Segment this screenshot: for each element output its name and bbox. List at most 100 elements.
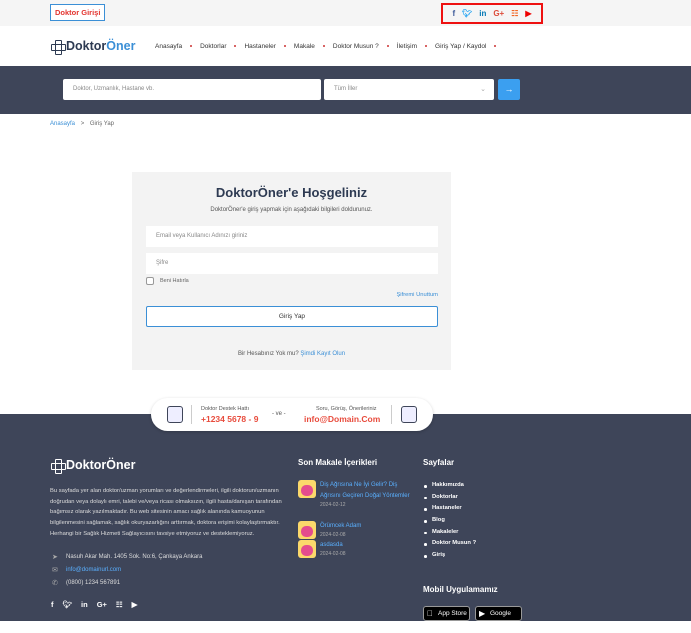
support-phone-label: Doktor Destek Hattı (201, 406, 249, 412)
login-button[interactable]: Giriş Yap (146, 306, 438, 327)
article-item[interactable]: Diş Ağrısına Ne İyi Gelir? Diş Ağrısını … (298, 480, 410, 508)
facebook-icon[interactable]: f (51, 600, 54, 609)
support-bar: Doktor Destek Hattı +1234 5678 - 9 - ve … (151, 398, 433, 431)
register-text: Bir Hesabınız Yok mu? (237, 351, 299, 357)
article-item[interactable]: Örümcek Adam 2024-02-08 (298, 521, 410, 539)
login-subtitle: DoktorÖner'e giriş yapmak için aşağıdaki… (210, 207, 373, 213)
article-title[interactable]: Diş Ağrısına Ne İyi Gelir? Diş Ağrısını … (320, 480, 410, 502)
page-link-doktor-musun[interactable]: Doktor Musun ? (423, 538, 476, 550)
support-connector: - ve - (272, 411, 286, 417)
nav-separator (494, 45, 497, 47)
page-link-hastaneler[interactable]: Hastaneler (423, 503, 476, 515)
doctor-login-button[interactable]: Doktor Girişi (50, 4, 106, 21)
search-input[interactable]: Doktor, Uzmanlık, Hastane vb. (63, 79, 321, 100)
city-select-value: Tüm İller (334, 86, 358, 92)
article-date: 2024-02-08 (320, 551, 346, 557)
nav-item-hastaneler[interactable]: Hastaneler (244, 43, 275, 50)
remember-checkbox[interactable] (146, 277, 154, 285)
article-title[interactable]: Örümcek Adam (320, 521, 410, 532)
logo-cross-icon (51, 458, 66, 474)
remember-label: Beni Hatırla (160, 278, 189, 284)
google-plus-icon[interactable]: G+ (97, 600, 107, 609)
nav-item-login-register[interactable]: Giriş Yap / Kaydol (435, 43, 486, 50)
twitter-icon[interactable]: 🐦︎ (63, 600, 73, 609)
article-thumbnail (298, 540, 316, 558)
play-icon: ▶ (479, 609, 486, 618)
article-item[interactable]: asdasda 2024-02-08 (298, 540, 410, 558)
footer-phone: ✆ (0800) 1234 567891 (52, 579, 120, 587)
page-link-makaleler[interactable]: Makaleler (423, 527, 476, 539)
article-title[interactable]: asdasda (320, 540, 410, 551)
google-plus-icon[interactable]: G+ (493, 9, 504, 18)
linkedin-icon[interactable]: in (81, 600, 88, 609)
nav-item-makale[interactable]: Makale (294, 43, 315, 50)
article-thumbnail (298, 480, 316, 498)
support-phone[interactable]: +1234 5678 - 9 (201, 414, 258, 424)
nav-item-doktorlar[interactable]: Doktorlar (200, 43, 226, 50)
divider (391, 405, 392, 424)
login-card: DoktorÖner'e Hoşgeliniz DoktorÖner'e gir… (132, 172, 451, 370)
nav-item-iletisim[interactable]: İletişim (397, 43, 417, 50)
page-link-hakkimizda[interactable]: Hakkımızda (423, 480, 476, 492)
footer-phone-text: (0800) 1234 567891 (66, 580, 121, 586)
remember-me[interactable]: Beni Hatırla (146, 277, 189, 285)
top-bar: Doktor Girişi f 🐦︎ in G+ ☷ ▶ (0, 0, 691, 26)
app-store-button[interactable]:  App Store (423, 606, 470, 621)
logo-text-main: Doktor (66, 39, 107, 53)
divider (191, 405, 192, 424)
page-link-giris[interactable]: Giriş (423, 550, 476, 562)
city-select[interactable]: Tüm İller ⌄ (324, 79, 494, 100)
page-link-doktorlar[interactable]: Doktorlar (423, 492, 476, 504)
app-store-label: App Store (438, 610, 467, 617)
article-date: 2024-02-08 (320, 532, 346, 538)
youtube-icon[interactable]: ▶ (525, 9, 531, 18)
email-field[interactable]: Email veya Kullanıcı Adınızı giriniz (146, 226, 438, 247)
nav-item-doktor-musun[interactable]: Doktor Musun ? (333, 43, 379, 50)
register-prompt: Bir Hesabınız Yok mu? Şimdi Kayıt Olun (132, 351, 451, 357)
youtube-icon[interactable]: ▶ (132, 600, 138, 609)
location-icon: ➤ (52, 554, 58, 561)
logo-cross-icon (51, 39, 66, 55)
rss-icon[interactable]: ☷ (116, 600, 123, 609)
page-link-blog[interactable]: Blog (423, 515, 476, 527)
nav-item-anasayfa[interactable]: Anasayfa (155, 43, 182, 50)
feedback-icon (401, 406, 417, 423)
nav-separator (190, 45, 193, 47)
footer-logo-accent: Öner (106, 458, 136, 472)
social-links-highlight: f 🐦︎ in G+ ☷ ▶ (441, 3, 543, 24)
nav-separator (283, 45, 286, 47)
search-button[interactable]: → (498, 79, 520, 100)
linkedin-icon[interactable]: in (479, 9, 486, 18)
twitter-icon[interactable]: 🐦︎ (462, 9, 472, 18)
phone-icon: ✆ (52, 580, 58, 587)
search-band: Doktor, Uzmanlık, Hastane vb. Tüm İller … (0, 66, 691, 114)
breadcrumb: Anasayfa > Giriş Yap (50, 121, 114, 127)
apple-icon:  (427, 607, 433, 620)
footer-logo-main: Doktor (66, 458, 107, 472)
article-thumbnail (298, 521, 316, 539)
play-store-label: Google play (490, 610, 511, 630)
nav-menu: Anasayfa Doktorlar Hastaneler Makale Dok… (155, 26, 504, 66)
breadcrumb-home[interactable]: Anasayfa (50, 121, 75, 127)
play-store-button[interactable]: ▶ Google play (475, 606, 522, 630)
nav-separator (234, 45, 237, 47)
footer-email[interactable]: ✉ info@domainurl.com (52, 566, 121, 574)
breadcrumb-separator: > (80, 121, 85, 127)
support-email[interactable]: info@Domain.Com (304, 414, 380, 424)
footer-address-text: Nasuh Akar Mah. 1405 Sok. No:6, Çankaya … (66, 554, 203, 560)
articles-title: Son Makale İçerikleri (298, 458, 378, 467)
footer-email-text[interactable]: info@domainurl.com (66, 567, 121, 573)
chevron-down-icon: ⌄ (480, 86, 486, 93)
forgot-password-link[interactable]: Şifremi Unuttum (396, 292, 438, 298)
footer-address: ➤ Nasuh Akar Mah. 1405 Sok. No:6, Çankay… (52, 553, 202, 561)
footer-description: Bu sayfada yer alan doktor/uzman yorumla… (50, 488, 282, 537)
nav-separator (322, 45, 325, 47)
pages-list: Hakkımızda Doktorlar Hastaneler Blog Mak… (423, 480, 476, 562)
password-field[interactable]: Şifre (146, 253, 438, 274)
rss-icon[interactable]: ☷ (511, 9, 518, 18)
logo[interactable]: Doktor Öner (51, 39, 135, 55)
doctor-support-icon (167, 406, 183, 423)
footer-logo[interactable]: Doktor Öner (51, 458, 136, 474)
register-link[interactable]: Şimdi Kayıt Olun (300, 351, 345, 357)
facebook-icon[interactable]: f (452, 9, 455, 18)
